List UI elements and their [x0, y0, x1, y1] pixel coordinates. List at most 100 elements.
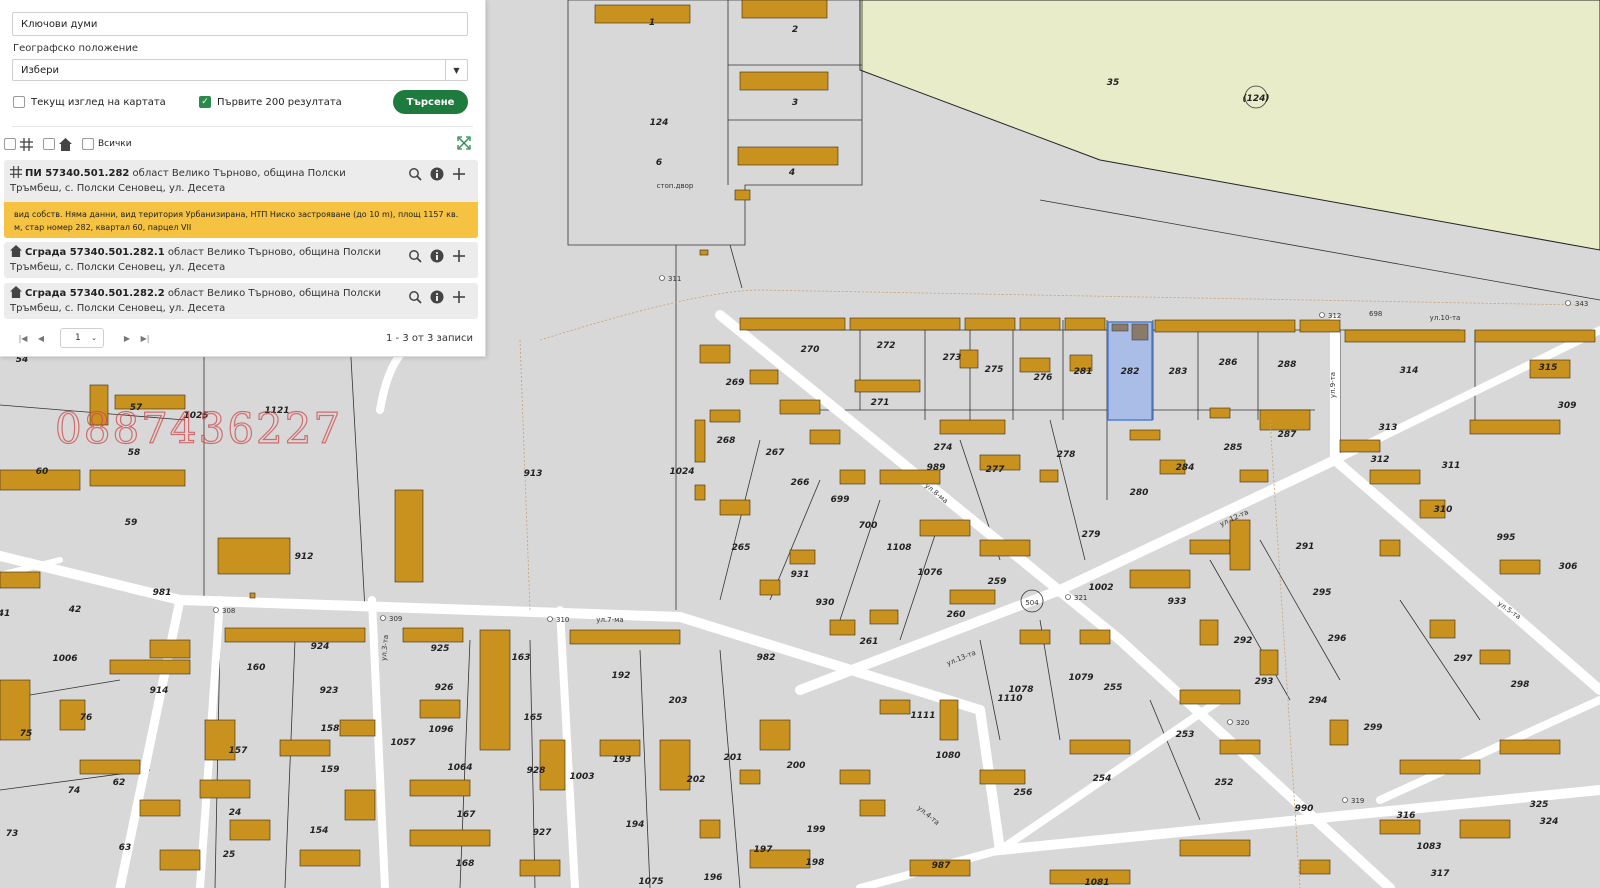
- current-view-option[interactable]: Текущ изглед на картата: [13, 96, 166, 108]
- parcel-number-label: 192: [612, 671, 631, 681]
- result-item-building[interactable]: Сграда 57340.501.282.2 област Велико Тър…: [4, 283, 478, 319]
- chevron-down-icon[interactable]: ▼: [445, 60, 467, 80]
- page-select[interactable]: 1 ⌄: [60, 328, 104, 348]
- parcel-number-label: 255: [1104, 683, 1123, 693]
- parcel-number-label: 293: [1255, 677, 1274, 687]
- geo-position-select[interactable]: Избери ▼: [12, 59, 468, 81]
- parcel-number-label: 167: [457, 810, 477, 820]
- building-282-1[interactable]: [1111, 323, 1129, 332]
- result-name: Сграда 57340.501.282.1: [25, 247, 165, 258]
- parcel-number-label: 1075: [638, 877, 663, 887]
- building-icon: [59, 137, 72, 151]
- filter-row: Всички: [4, 136, 471, 152]
- parcel-number-label: 924: [311, 642, 330, 652]
- parcel-number-label: 989: [927, 463, 946, 473]
- geo-position-label: Географско положение: [13, 43, 138, 54]
- parcel-number-label: 925: [431, 644, 450, 654]
- survey-point-label: 308: [222, 607, 235, 615]
- parcel-number-label: 75: [20, 729, 33, 739]
- parcel-number-label: 124: [650, 118, 669, 128]
- result-item-building[interactable]: Сграда 57340.501.282.1 област Велико Тър…: [4, 242, 478, 278]
- parcel-number-label: 268: [717, 436, 736, 446]
- survey-point-label: 698: [1369, 310, 1382, 318]
- parcel-number-label: 312: [1371, 455, 1390, 465]
- parcel-number-label: 203: [669, 696, 688, 706]
- add-icon[interactable]: [450, 247, 468, 265]
- parcel-number-label: 3: [792, 98, 798, 108]
- parcel-number-label: 927: [533, 828, 553, 838]
- last-page-icon[interactable]: ▶|: [136, 334, 154, 343]
- parcel-number-label: 1024: [669, 467, 694, 477]
- parcel-number-label: 1111: [910, 711, 935, 721]
- parcel-number-label: 325: [1530, 800, 1549, 810]
- add-icon[interactable]: [450, 165, 468, 183]
- survey-point-label: 319: [1351, 797, 1364, 805]
- parcel-number-label: 930: [816, 598, 835, 608]
- parcel-number-label: 266: [791, 478, 810, 488]
- keywords-input[interactable]: [12, 12, 468, 36]
- survey-point-label: 312: [1328, 312, 1341, 320]
- expand-icon[interactable]: [457, 136, 471, 150]
- parcel-number-label: 1078: [1008, 685, 1033, 695]
- parcel-number-label: 1083: [1416, 842, 1441, 852]
- zoom-search-icon[interactable]: [406, 165, 424, 183]
- parcel-number-label: 309: [1558, 401, 1577, 411]
- info-icon[interactable]: [428, 288, 446, 306]
- first-200-option[interactable]: ✓ Първите 200 резултата: [199, 96, 342, 108]
- parcel-number-label: (124): [1242, 94, 1269, 104]
- parcel-number-label: 282: [1121, 367, 1140, 377]
- parcel-number-label: 252: [1215, 778, 1234, 788]
- search-panel: Географско положение Избери ▼ Текущ изгл…: [0, 0, 486, 357]
- parcel-number-label: 260: [947, 610, 966, 620]
- parcel-number-label: 295: [1313, 588, 1332, 598]
- parcel-number-label: 982: [757, 653, 776, 663]
- filter-buildings-checkbox[interactable]: [43, 138, 55, 150]
- result-name: Сграда 57340.501.282.2: [25, 288, 165, 299]
- parcel-number-label: 62: [113, 778, 126, 788]
- parcel-number-label: 297: [1454, 654, 1474, 664]
- parcel-number-label: 296: [1328, 634, 1347, 644]
- first-200-checkbox[interactable]: ✓: [199, 96, 211, 108]
- parcel-number-label: 310: [1434, 505, 1453, 515]
- current-view-checkbox[interactable]: [13, 96, 25, 108]
- first-page-icon[interactable]: |◀: [14, 334, 32, 343]
- result-title: ПИ 57340.501.282 област Велико Търново, …: [10, 166, 400, 196]
- next-page-icon[interactable]: ▶: [118, 334, 136, 343]
- parcel-number-label: 291: [1296, 542, 1315, 552]
- parcel-number-label: 2: [792, 25, 798, 35]
- parcel-number-label: 1006: [52, 654, 77, 664]
- parcel-number-label: 990: [1295, 804, 1314, 814]
- parcel-number-label: 74: [68, 786, 81, 796]
- parcel-number-label: 1108: [886, 543, 911, 553]
- parcel-number-label: 277: [986, 465, 1006, 475]
- info-icon[interactable]: [428, 165, 446, 183]
- first-200-label: Първите 200 резултата: [217, 96, 342, 108]
- parcel-number-label: 261: [860, 637, 879, 647]
- parcel-number-label: 699: [831, 495, 850, 505]
- parcel-number-label: 60: [36, 467, 49, 477]
- street-name-label: ул.10-та: [1430, 314, 1461, 322]
- search-button[interactable]: Търсене: [393, 90, 468, 114]
- result-item-parcel[interactable]: ПИ 57340.501.282 област Велико Търново, …: [4, 160, 478, 202]
- parcel-number-label: 4: [788, 168, 795, 178]
- zoom-search-icon[interactable]: [406, 247, 424, 265]
- parcel-number-label: 154: [310, 826, 329, 836]
- prev-page-icon[interactable]: ◀: [32, 334, 50, 343]
- parcel-number-label: 194: [626, 820, 645, 830]
- add-icon[interactable]: [450, 288, 468, 306]
- parcel-number-label: 6: [656, 158, 662, 168]
- zoom-search-icon[interactable]: [406, 288, 424, 306]
- street-name-label: стоп.двор: [657, 182, 694, 190]
- parcel-number-label: 299: [1364, 723, 1383, 733]
- parcel-number-label: 1064: [447, 763, 472, 773]
- building-icon: [10, 286, 22, 298]
- building-282-2[interactable]: [1131, 323, 1149, 341]
- parcel-number-label: 1096: [428, 725, 453, 735]
- parcel-number-label: 265: [732, 543, 751, 553]
- parcel-number-label: 254: [1093, 774, 1112, 784]
- parcel-number-label: 913: [524, 469, 543, 479]
- filter-parcels-checkbox[interactable]: [4, 138, 16, 150]
- parcel-number-label: 159: [321, 765, 340, 775]
- info-icon[interactable]: [428, 247, 446, 265]
- filter-all-checkbox[interactable]: [82, 138, 94, 150]
